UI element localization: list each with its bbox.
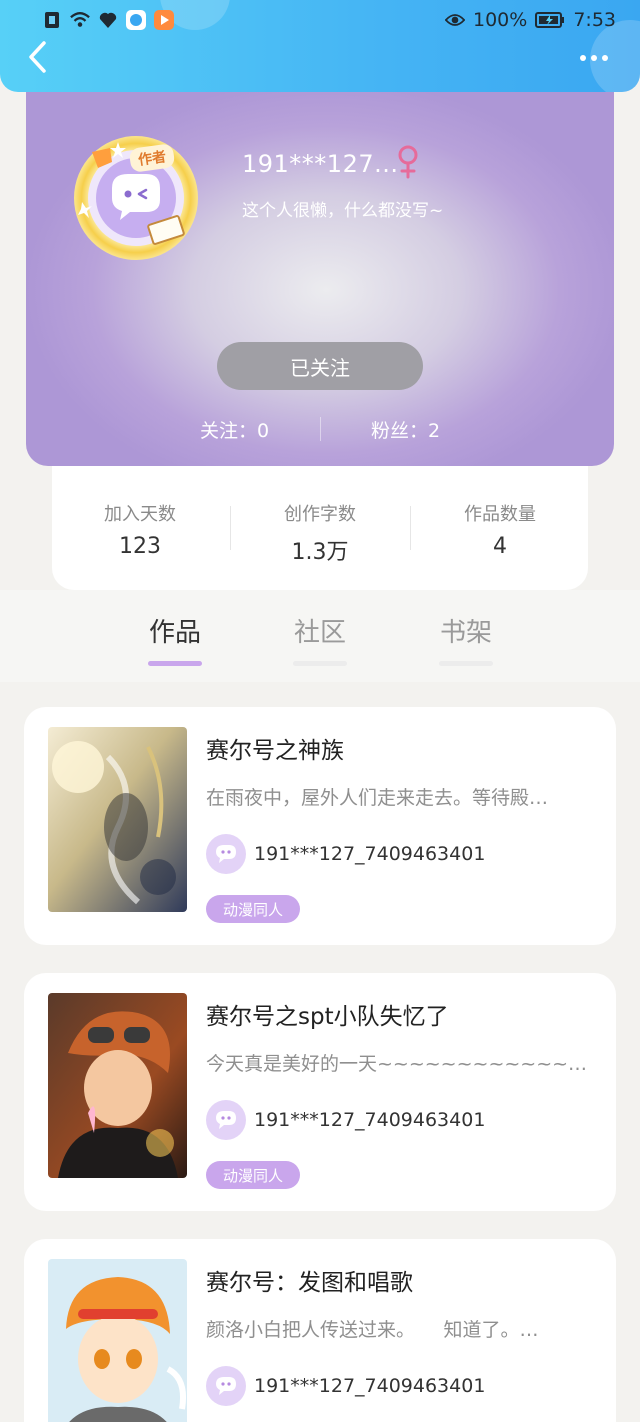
more-dot-icon — [580, 55, 586, 61]
book-description: 颜洛小白把人传送过来。 知道了。… — [206, 1319, 539, 1341]
more-dot-icon — [602, 55, 608, 61]
battery-icon — [535, 10, 565, 30]
tab-label: 作品 — [148, 618, 201, 648]
author-avatar-icon — [206, 1100, 246, 1140]
top-bar: 100% 7:53 — [0, 0, 640, 92]
tab-indicator — [293, 661, 347, 666]
stat-word-count: 创作字数 1.3万 — [240, 500, 400, 566]
follow-button[interactable]: 已关注 — [217, 342, 423, 390]
eye-icon — [445, 10, 465, 30]
book-description: 今天真是美好的一天~~~~~~~~~~~~~~~~~~… — [206, 1053, 598, 1075]
follow-stats: 关注：0 粉丝：2 — [26, 413, 614, 445]
stat-value: 4 — [493, 534, 507, 559]
back-button[interactable] — [22, 38, 52, 76]
author-avatar-icon — [206, 1366, 246, 1406]
followers-count[interactable]: 粉丝：2 — [341, 416, 471, 443]
battery-percent: 100% — [473, 9, 528, 31]
author-avatar-icon — [206, 834, 246, 874]
app-icon — [126, 10, 146, 30]
book-cover[interactable] — [48, 993, 187, 1178]
stat-label: 作品数量 — [464, 504, 536, 525]
divider — [319, 417, 321, 441]
book-card[interactable]: 赛尔号之神族 在雨夜中，屋外人们走来走去。等待殿… 191***127_7409… — [24, 707, 616, 945]
female-gender-icon — [394, 144, 422, 180]
following-count[interactable]: 关注：0 — [170, 416, 300, 443]
divider — [410, 506, 411, 550]
author-name: 191***127_7409463401 — [254, 843, 486, 865]
book-cover[interactable] — [48, 727, 187, 912]
status-bar: 100% 7:53 — [0, 0, 640, 44]
book-description: 在雨夜中，屋外人们走来走去。等待殿… — [206, 787, 549, 809]
book-title[interactable]: 赛尔号之神族 — [206, 731, 344, 765]
tab-indicator — [148, 661, 202, 666]
author-name: 191***127_7409463401 — [254, 1375, 486, 1397]
health-icon — [98, 10, 118, 30]
stat-label: 加入天数 — [104, 504, 176, 525]
author-name: 191***127_7409463401 — [254, 1109, 486, 1131]
user-bio: 这个人很懒，什么都没写~ — [242, 201, 444, 221]
book-title[interactable]: 赛尔号之spt小队失忆了 — [206, 997, 449, 1031]
book-title[interactable]: 赛尔号：发图和唱歌 — [206, 1263, 413, 1297]
divider — [230, 506, 231, 550]
stat-value: 1.3万 — [291, 540, 349, 565]
book-card[interactable]: 赛尔号：发图和唱歌 颜洛小白把人传送过来。 知道了。… 191***127_74… — [24, 1239, 616, 1422]
video-app-icon — [154, 10, 174, 30]
stat-label: 创作字数 — [284, 504, 356, 525]
more-dot-icon — [591, 55, 597, 61]
more-options-button[interactable] — [574, 44, 614, 72]
book-card[interactable]: 赛尔号之spt小队失忆了 今天真是美好的一天~~~~~~~~~~~~~~~~~~… — [24, 973, 616, 1211]
tab-label: 书架 — [439, 618, 492, 648]
tab-bar: 作品 社区 书架 — [0, 590, 640, 682]
stat-join-days: 加入天数 123 — [60, 500, 220, 559]
tab-indicator — [439, 661, 493, 666]
notification-icon — [42, 10, 62, 30]
stat-works-count: 作品数量 4 — [420, 500, 580, 559]
clock: 7:53 — [573, 9, 616, 31]
back-arrow-icon — [29, 41, 46, 73]
tab-label: 社区 — [293, 618, 346, 648]
tab-bookshelf[interactable]: 书架 — [416, 612, 516, 666]
wifi-icon — [70, 10, 90, 30]
tab-community[interactable]: 社区 — [270, 612, 370, 666]
profile-card: 作者 191***127... 这个人很懒，什么都没写~ 已关注 关注：0 粉丝… — [26, 70, 614, 466]
genre-tag[interactable]: 动漫同人 — [206, 895, 301, 923]
tab-works[interactable]: 作品 — [125, 612, 225, 666]
stat-value: 123 — [119, 534, 161, 559]
book-cover[interactable] — [48, 1259, 187, 1422]
username: 191***127... — [242, 150, 399, 178]
genre-tag[interactable]: 动漫同人 — [206, 1161, 301, 1189]
